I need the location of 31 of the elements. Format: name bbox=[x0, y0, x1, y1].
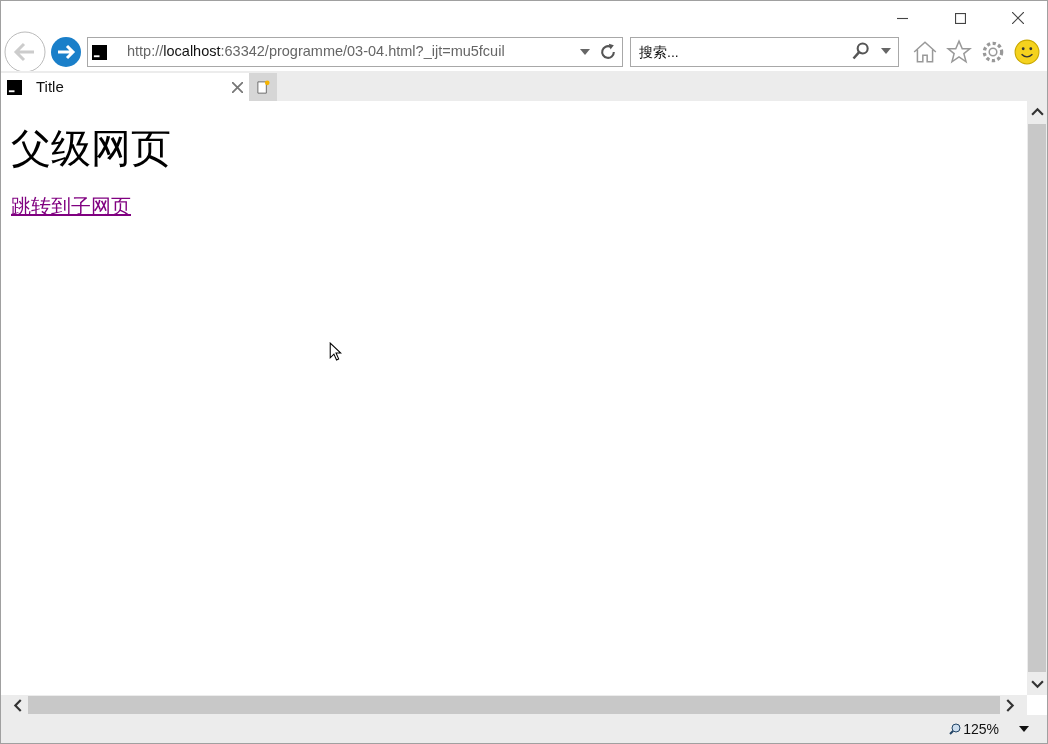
site-icon bbox=[7, 79, 22, 95]
refresh-icon[interactable] bbox=[598, 42, 618, 62]
browser-tab[interactable]: Title bbox=[1, 73, 249, 101]
url-text: http://localhost:63342/programme/03-04.html?_ijt=mu5fcuil bbox=[127, 42, 506, 62]
star-icon[interactable] bbox=[946, 39, 972, 65]
smiley-icon[interactable] bbox=[1014, 39, 1040, 65]
scroll-down-icon[interactable] bbox=[1030, 680, 1044, 689]
tab-title: Title bbox=[36, 76, 65, 97]
mouse-cursor-icon bbox=[329, 342, 342, 361]
maximize-icon bbox=[954, 12, 966, 24]
site-icon bbox=[92, 44, 107, 60]
child-page-link[interactable]: 跳转到子网页 bbox=[11, 191, 131, 221]
scroll-up-icon[interactable] bbox=[1030, 107, 1044, 116]
settings-icon[interactable] bbox=[980, 39, 1006, 65]
search-field[interactable]: 搜索... bbox=[630, 37, 899, 67]
zoom-icon bbox=[949, 723, 962, 735]
home-icon[interactable] bbox=[912, 39, 938, 65]
vertical-scrollbar[interactable] bbox=[1027, 101, 1047, 695]
dropdown-icon[interactable] bbox=[1019, 726, 1029, 732]
close-icon bbox=[1012, 12, 1024, 24]
new-page-icon bbox=[255, 79, 271, 95]
zoom-level[interactable]: 125% bbox=[963, 718, 999, 740]
close-icon[interactable] bbox=[232, 81, 243, 93]
scroll-left-icon[interactable] bbox=[13, 698, 22, 712]
address-bar[interactable]: http://localhost:63342/programme/03-04.html?_ijt=mu5fcuil bbox=[87, 37, 623, 67]
horizontal-scrollbar[interactable] bbox=[1, 695, 1027, 715]
scroll-right-icon[interactable] bbox=[1006, 698, 1015, 712]
new-tab-button[interactable] bbox=[249, 73, 277, 101]
search-icon[interactable] bbox=[851, 41, 871, 61]
forward-button[interactable] bbox=[50, 36, 82, 68]
page-heading: 父级网页 bbox=[11, 125, 172, 173]
